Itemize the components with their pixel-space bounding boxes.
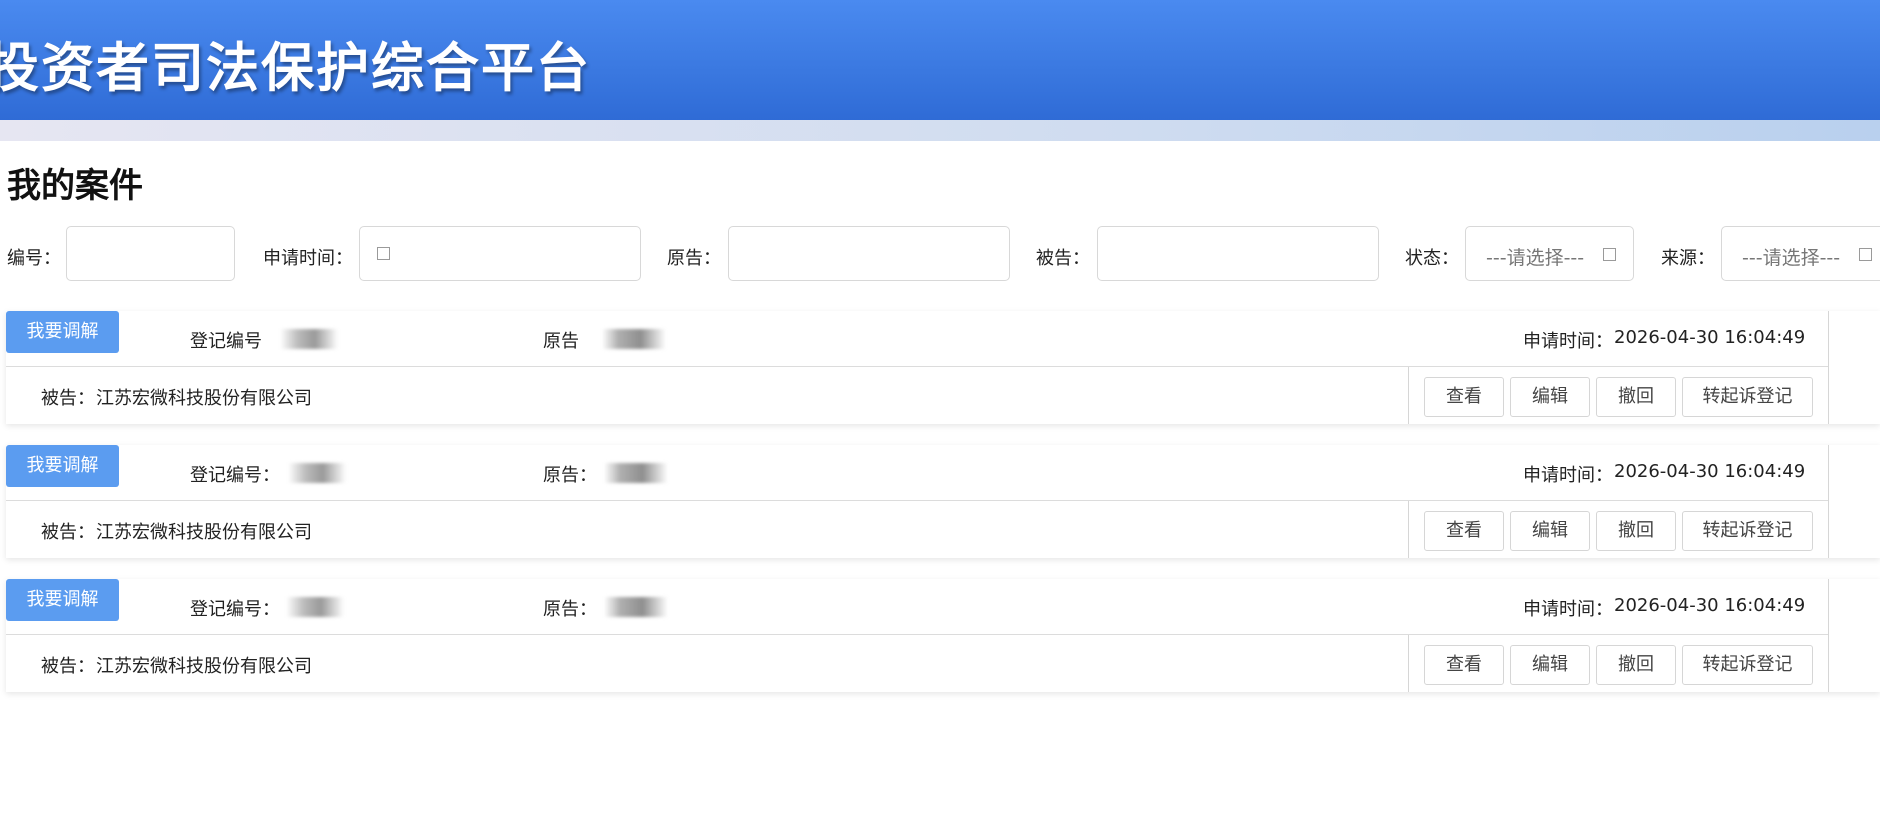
plaintiff-label: 原告 <box>543 331 579 352</box>
mediate-button[interactable]: 我要调解 <box>6 311 119 353</box>
view-button[interactable]: 查看 <box>1424 377 1504 417</box>
plaintiff-redacted <box>604 463 668 483</box>
registration-number-redacted <box>280 329 338 349</box>
card-divider <box>6 366 1828 367</box>
case-card: 我要调解 登记编号 原告 申请时间： 2026-04-30 16:04:49 被… <box>6 311 1880 424</box>
apply-time-filter-input[interactable] <box>359 226 641 281</box>
defendant-filter-input[interactable] <box>1097 226 1379 281</box>
registration-number-label: 登记编号 <box>190 331 262 352</box>
withdraw-button[interactable]: 撤回 <box>1596 377 1676 417</box>
card-divider <box>6 634 1828 635</box>
plaintiff-filter-input[interactable] <box>728 226 1010 281</box>
plaintiff-redacted <box>602 329 666 349</box>
edit-button[interactable]: 编辑 <box>1510 645 1590 685</box>
actions-divider <box>1408 501 1409 558</box>
withdraw-button[interactable]: 撤回 <box>1596 645 1676 685</box>
case-card: 我要调解 登记编号： 原告： 申请时间： 2026-04-30 16:04:49… <box>6 445 1880 558</box>
source-filter-label: 来源： <box>1661 248 1715 269</box>
dropdown-icon <box>1603 248 1616 261</box>
filter-bar: 编号： 申请时间： 原告： 被告： 状态： ---请选择--- 来源： ---请… <box>0 226 1880 283</box>
view-button[interactable]: 查看 <box>1424 645 1504 685</box>
actions-divider <box>1408 635 1409 692</box>
apply-time-value: 2026-04-30 16:04:49 <box>1614 461 1806 482</box>
dropdown-icon <box>1859 248 1872 261</box>
plaintiff-label: 原告： <box>543 599 597 620</box>
registration-number-label: 登记编号： <box>190 599 280 620</box>
apply-time-filter-label: 申请时间： <box>263 248 353 269</box>
case-card: 我要调解 登记编号： 原告： 申请时间： 2026-04-30 16:04:49… <box>6 579 1880 692</box>
apply-time-label: 申请时间： <box>1523 331 1613 352</box>
calendar-icon <box>377 247 390 260</box>
source-filter-placeholder: ---请选择--- <box>1742 247 1841 269</box>
card-divider <box>6 500 1828 501</box>
status-filter-placeholder: ---请选择--- <box>1486 247 1585 269</box>
withdraw-button[interactable]: 撤回 <box>1596 511 1676 551</box>
banner-divider-strip <box>0 120 1880 141</box>
plaintiff-label: 原告： <box>543 465 597 486</box>
number-filter-label: 编号： <box>7 248 61 269</box>
source-filter-select[interactable]: ---请选择--- <box>1721 226 1880 281</box>
registration-number-label: 登记编号： <box>190 465 280 486</box>
view-button[interactable]: 查看 <box>1424 511 1504 551</box>
apply-time-label: 申请时间： <box>1523 465 1613 486</box>
edit-button[interactable]: 编辑 <box>1510 511 1590 551</box>
platform-title: 投资者司法保护综合平台 <box>0 37 591 99</box>
defendant-label: 被告： <box>41 388 95 409</box>
header-banner: 投资者司法保护综合平台 <box>0 0 1880 120</box>
edit-button[interactable]: 编辑 <box>1510 377 1590 417</box>
actions-divider <box>1408 367 1409 424</box>
defendant-filter-label: 被告： <box>1036 248 1090 269</box>
defendant-label: 被告： <box>41 656 95 677</box>
card-right-border <box>1828 311 1829 424</box>
registration-number-redacted <box>286 597 344 617</box>
card-right-border <box>1828 579 1829 692</box>
apply-time-value: 2026-04-30 16:04:49 <box>1614 327 1806 348</box>
apply-time-label: 申请时间： <box>1523 599 1613 620</box>
status-filter-select[interactable]: ---请选择--- <box>1465 226 1634 281</box>
defendant-value: 江苏宏微科技股份有限公司 <box>96 522 312 543</box>
plaintiff-filter-label: 原告： <box>667 248 721 269</box>
mediate-button[interactable]: 我要调解 <box>6 445 119 487</box>
defendant-label: 被告： <box>41 522 95 543</box>
to-litigation-button[interactable]: 转起诉登记 <box>1682 377 1813 417</box>
number-filter-input[interactable] <box>66 226 235 281</box>
status-filter-label: 状态： <box>1405 248 1459 269</box>
page-title: 我的案件 <box>7 166 143 206</box>
card-right-border <box>1828 445 1829 558</box>
plaintiff-redacted <box>604 597 668 617</box>
mediate-button[interactable]: 我要调解 <box>6 579 119 621</box>
apply-time-value: 2026-04-30 16:04:49 <box>1614 595 1806 616</box>
defendant-value: 江苏宏微科技股份有限公司 <box>96 656 312 677</box>
to-litigation-button[interactable]: 转起诉登记 <box>1682 645 1813 685</box>
registration-number-redacted <box>288 463 346 483</box>
defendant-value: 江苏宏微科技股份有限公司 <box>96 388 312 409</box>
to-litigation-button[interactable]: 转起诉登记 <box>1682 511 1813 551</box>
